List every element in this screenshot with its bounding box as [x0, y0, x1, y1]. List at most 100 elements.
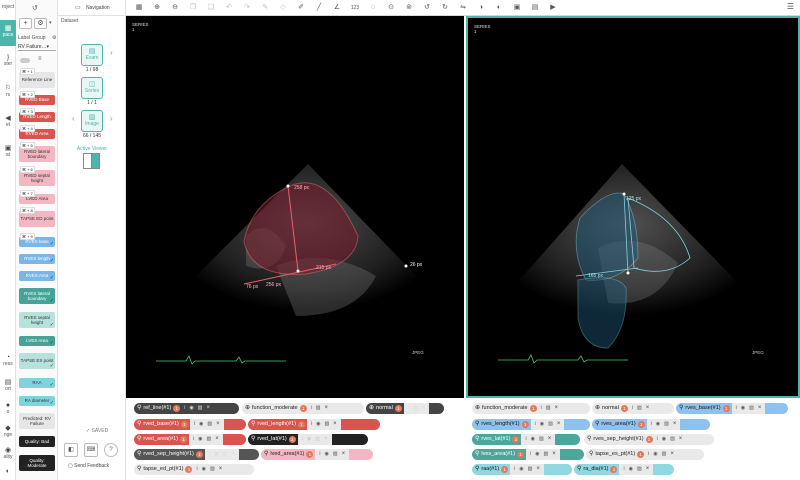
eye-icon[interactable]: ◉	[540, 421, 544, 427]
info-icon[interactable]: i	[535, 421, 536, 427]
label-quality-moderate[interactable]: Quality: Moderate	[19, 455, 55, 471]
close-icon[interactable]: ×	[215, 436, 219, 442]
tag-tapse-es-pt[interactable]: ⚲ tapse_es_pt(#1) 1 i ◉ ▨ ×	[586, 449, 704, 460]
close-icon[interactable]: ×	[557, 421, 561, 427]
eye-icon[interactable]: ◉	[198, 436, 202, 442]
tag-tapse-ed-pt[interactable]: ⚲ tapse_ed_pt(#1) 1 i ◉ ▨ ×	[134, 464, 254, 475]
image-icon[interactable]: ▨	[546, 403, 551, 414]
nav-report[interactable]: ▤ ort	[0, 378, 16, 400]
redo-icon[interactable]: ↷	[238, 1, 256, 15]
eye-icon[interactable]: ◉	[307, 436, 311, 442]
label-rves-length[interactable]: RVES length ✓	[19, 254, 55, 264]
eye-icon[interactable]: ◉	[202, 464, 206, 475]
close-icon[interactable]: ×	[216, 421, 220, 427]
chevron-down-icon[interactable]: ▾	[49, 18, 52, 29]
label-rves-area[interactable]: RVES Area ✓	[19, 271, 55, 281]
info-icon[interactable]: i	[651, 421, 652, 427]
tag-rved-area[interactable]: ⚲ rved_area(#1) 1 i ◉ ▨ ×	[134, 434, 246, 445]
label-rved-base[interactable]: ⌘ + 2 RVED Base	[19, 91, 55, 105]
info-icon[interactable]: i	[632, 403, 633, 414]
number-icon[interactable]: 123	[346, 1, 364, 15]
image-icon[interactable]: ▨	[637, 403, 642, 414]
tag-raa[interactable]: ⚲ raa(#1) 1 i ◉ ▨ ×	[472, 464, 572, 475]
tag-rves-length[interactable]: ⚲ rves_length(#1) 1 i ◉ ▨ ×	[472, 419, 590, 430]
info-icon[interactable]: i	[530, 451, 531, 457]
zoom-fit-icon[interactable]: ⊙	[382, 1, 400, 15]
info-icon[interactable]: i	[302, 436, 303, 442]
eye-icon[interactable]: ◉	[629, 466, 633, 472]
info-icon[interactable]: i	[196, 464, 197, 475]
pen-icon[interactable]: ✐	[292, 1, 310, 15]
eye-icon[interactable]: ◉	[214, 451, 218, 457]
filter-icon[interactable]: ≡	[38, 56, 42, 62]
exam-navigator[interactable]: ▤ Exam 1 / 98	[80, 44, 104, 73]
series-navigator[interactable]: ◫ Series 1 / 1	[80, 77, 104, 106]
copy-icon[interactable]: ❐	[184, 1, 202, 15]
label-group-select[interactable]: RV Failure…▾	[18, 44, 56, 51]
viewer-right[interactable]: SERIES 1 125 px 165 px JPEG	[466, 16, 800, 398]
image-navigator[interactable]: ▨ Image 66 / 145	[80, 110, 104, 139]
label-ref-line[interactable]: ⌘ + 1 Reference Line	[19, 68, 55, 88]
tag-rved-length[interactable]: ⚲ rved_length(#1) 1 i ◉ ▨ ×	[248, 419, 380, 430]
viewer-left[interactable]: SERIES 1 258 px 215 px 256 px 76 px 26 p…	[126, 16, 464, 398]
group-gear-icon[interactable]: ⚙	[52, 35, 56, 41]
eye-icon[interactable]: ◉	[316, 421, 320, 427]
line-icon[interactable]: ╱	[310, 1, 328, 15]
zoom-reset-icon[interactable]: ⊚	[400, 1, 418, 15]
stack-icon[interactable]: ☰	[787, 2, 794, 11]
close-icon[interactable]: ×	[758, 405, 762, 411]
tag-rves-lat[interactable]: ⚲ rves_lat(#1) 1 i ◉ ▨ ×	[472, 434, 580, 445]
active-viewer-selector[interactable]	[83, 153, 100, 169]
nav-info[interactable]: ● o	[0, 402, 16, 422]
image-icon[interactable]: ▨	[637, 466, 642, 472]
info-icon[interactable]: i	[541, 403, 542, 414]
info-icon[interactable]: i	[193, 436, 194, 442]
close-icon[interactable]: ×	[219, 464, 223, 475]
lasso-icon[interactable]: ◌	[364, 1, 382, 15]
label-rved-area[interactable]: ⌘ + 4 RVED Area	[19, 125, 55, 139]
eye-icon[interactable]: ◉	[662, 434, 666, 445]
close-icon[interactable]: ×	[552, 451, 556, 457]
tag-normal[interactable]: ⊕ normal 1 i ▨ ×	[366, 403, 444, 414]
nav-workspace[interactable]: ▦ pace	[0, 20, 16, 46]
nav-chat[interactable]: ▣ at	[0, 144, 16, 166]
contrast-icon[interactable]: ◑	[472, 1, 490, 15]
label-rves-base[interactable]: ⌘ + 9 RVES base ✓	[19, 233, 55, 247]
nav-dataset[interactable]: ◀ et	[0, 114, 16, 136]
eye-icon[interactable]: ◉	[519, 466, 523, 472]
add-label-button[interactable]: +	[19, 18, 32, 29]
tag-ra-dia[interactable]: ⚲ ra_dia(#1) 1 i ◉ ▨ ×	[574, 464, 674, 475]
eye-icon[interactable]: ◉	[653, 449, 657, 460]
close-icon[interactable]: ×	[548, 436, 552, 442]
label-ra-diameter[interactable]: RA diameter ✓	[19, 396, 55, 406]
nav-progress[interactable]: ◔ ress	[0, 354, 16, 376]
image-icon[interactable]: ▨	[528, 466, 533, 472]
image-icon[interactable]: ▨	[198, 403, 203, 414]
label-raa[interactable]: RAA ✓	[19, 378, 55, 388]
eye-icon[interactable]: ◉	[535, 451, 539, 457]
tag-function-moderate-2[interactable]: ⊕ function_moderate 1 i ▨ ×	[472, 403, 590, 414]
image-icon[interactable]: ▨	[315, 436, 320, 442]
image-icon[interactable]: ▨	[324, 421, 329, 427]
eye-icon[interactable]: ◉	[656, 421, 660, 427]
label-tapse-ed[interactable]: ⌘ + 8 TAPSE ED point	[19, 207, 55, 227]
nav-project[interactable]: roject	[0, 4, 16, 14]
label-toggle[interactable]	[20, 58, 30, 63]
label-rves-septal[interactable]: RVES septal height ✓	[19, 312, 55, 328]
play-icon[interactable]: ▶	[544, 1, 562, 15]
viewer-right-pane[interactable]	[92, 154, 99, 168]
eye-icon[interactable]: ◉	[189, 403, 193, 414]
close-icon[interactable]: ×	[554, 403, 558, 414]
image-icon[interactable]: ▨	[544, 451, 549, 457]
tag-lves-area[interactable]: ⚲ lves_area(#1) 1 i ◉ ▨ ×	[472, 449, 584, 460]
eye-icon[interactable]: ◉	[741, 405, 745, 411]
back-icon[interactable]: ↺	[32, 4, 38, 12]
tag-normal-2[interactable]: ⊕ normal 1 i ▨ ×	[592, 403, 674, 414]
label-tapse-es[interactable]: TAPSE ES point ✓	[19, 353, 55, 369]
tag-function-moderate[interactable]: ⊕ function_moderate 1 i ▨ ×	[242, 403, 364, 414]
close-icon[interactable]: ×	[536, 466, 540, 472]
send-feedback-button[interactable]: ▢ Send Feedback	[68, 463, 109, 469]
angle-icon[interactable]: ∠	[328, 1, 346, 15]
close-icon[interactable]: ×	[231, 451, 235, 457]
viewer-left-pane[interactable]	[84, 154, 92, 168]
